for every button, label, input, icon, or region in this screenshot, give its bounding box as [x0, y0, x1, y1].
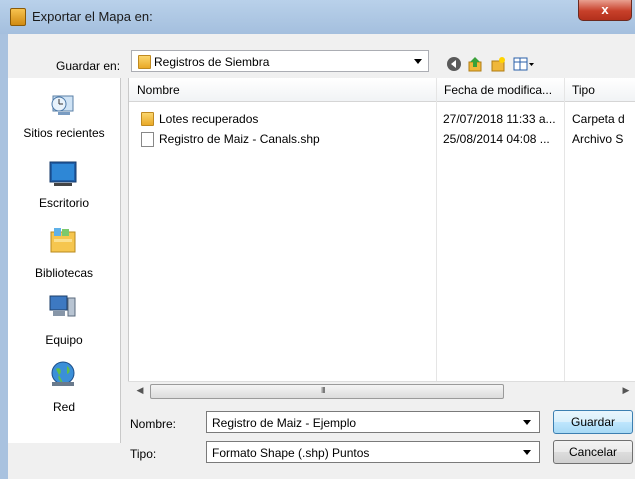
desktop-icon — [49, 161, 77, 186]
file-name-value: Registro de Maiz - Ejemplo — [212, 416, 357, 430]
close-button[interactable]: x — [578, 0, 632, 21]
file-name: Registro de Maiz - Canals.shp — [159, 132, 320, 146]
back-icon[interactable] — [446, 56, 462, 72]
window-title: Exportar el Mapa en: — [32, 9, 153, 24]
file-type-select[interactable]: Formato Shape (.shp) Puntos — [206, 441, 540, 463]
up-folder-icon[interactable] — [467, 56, 483, 72]
column-header-label: Nombre — [137, 83, 180, 97]
file-date: 27/07/2018 11:33 a... — [443, 112, 556, 126]
window-frame — [0, 34, 8, 479]
scroll-thumb[interactable]: III — [150, 384, 504, 399]
place-computer[interactable]: Equipo — [8, 293, 120, 353]
column-header-name[interactable]: Nombre — [129, 78, 436, 102]
place-label: Equipo — [45, 333, 83, 347]
save-button[interactable]: Guardar — [553, 410, 633, 434]
file-type-value: Formato Shape (.shp) Puntos — [212, 446, 370, 460]
chevron-down-icon[interactable] — [523, 420, 531, 425]
export-map-dialog: Exportar el Mapa en: x Guardar en: Regis… — [0, 0, 635, 479]
place-label: Bibliotecas — [34, 266, 94, 280]
folder-icon — [141, 112, 154, 126]
folder-icon — [138, 55, 151, 69]
file-type: Archivo S — [572, 132, 624, 146]
place-label: Sitios recientes — [23, 126, 105, 140]
file-type-label: Tipo: — [130, 447, 157, 461]
place-network[interactable]: Red — [8, 360, 120, 420]
current-folder-name: Registros de Siembra — [154, 55, 270, 69]
scroll-grip: III — [321, 386, 326, 395]
place-label: Red — [52, 400, 75, 414]
column-header-date[interactable]: Fecha de modifica... — [436, 78, 564, 102]
cancel-button[interactable]: Cancelar — [553, 440, 633, 464]
app-icon — [10, 8, 26, 26]
save-in-label: Guardar en: — [56, 59, 121, 73]
column-header-type[interactable]: Tipo — [564, 78, 635, 102]
network-icon — [51, 361, 75, 386]
place-libraries[interactable]: Bibliotecas — [8, 226, 120, 290]
place-label: Escritorio — [38, 196, 89, 210]
place-desktop[interactable]: Escritorio — [8, 160, 120, 220]
chevron-down-icon[interactable] — [523, 450, 531, 455]
scroll-left-icon[interactable]: ◀ — [134, 385, 146, 397]
file-row[interactable]: Registro de Maiz - Canals.shp 25/08/2014… — [129, 130, 635, 148]
new-folder-icon[interactable] — [490, 56, 506, 72]
chevron-down-icon — [414, 59, 422, 64]
file-type: Carpeta d — [572, 112, 625, 126]
save-in-dropdown[interactable]: Registros de Siembra — [131, 50, 429, 72]
computer-icon — [49, 295, 76, 317]
file-list: Nombre Fecha de modifica... Tipo Lotes r… — [128, 78, 635, 381]
libraries-icon — [50, 228, 76, 253]
column-header-label: Tipo — [572, 83, 595, 97]
recent-places-icon — [51, 95, 74, 115]
file-row[interactable]: Lotes recuperados 27/07/2018 11:33 a... … — [129, 110, 635, 128]
file-date: 25/08/2014 04:08 ... — [443, 132, 550, 146]
horizontal-scrollbar[interactable]: ◀ III ▶ — [128, 381, 635, 399]
view-menu-icon[interactable] — [513, 56, 535, 72]
column-header-label: Fecha de modifica... — [444, 83, 553, 97]
file-name: Lotes recuperados — [159, 112, 259, 126]
file-name-label: Nombre: — [130, 417, 177, 431]
file-icon — [141, 132, 154, 147]
title-bar: Exportar el Mapa en: x — [0, 0, 635, 34]
file-name-input[interactable]: Registro de Maiz - Ejemplo — [206, 411, 540, 433]
place-recent[interactable]: Sitios recientes — [8, 90, 120, 150]
places-bar: Sitios recientes Escritorio Bibliotecas — [8, 78, 121, 443]
scroll-right-icon[interactable]: ▶ — [620, 385, 632, 397]
